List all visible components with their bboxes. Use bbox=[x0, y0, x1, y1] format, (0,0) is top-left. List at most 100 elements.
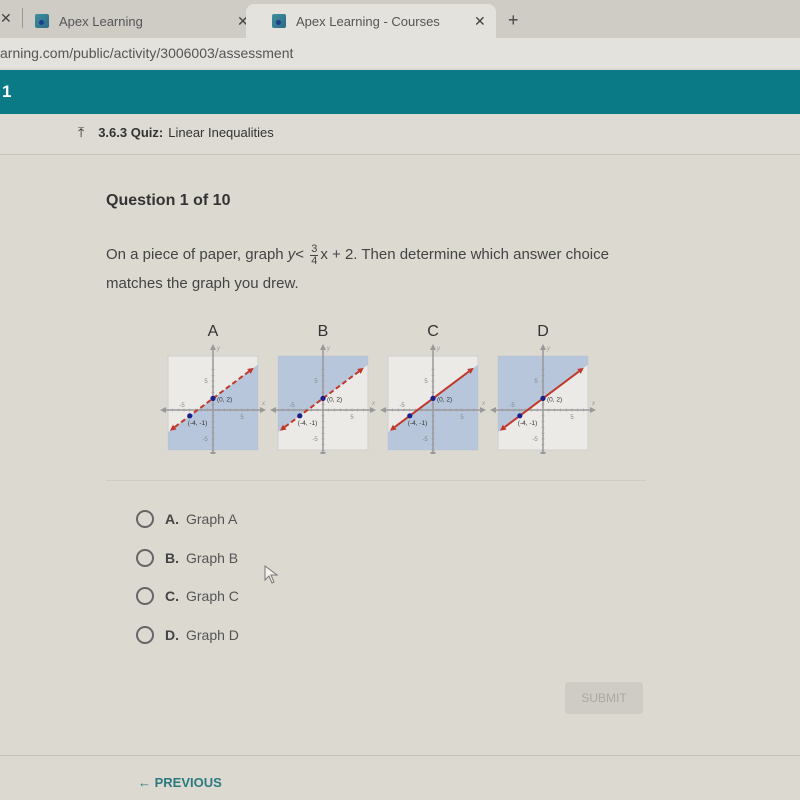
apex-favicon-icon bbox=[272, 14, 286, 28]
mouse-cursor-icon bbox=[264, 565, 279, 584]
point-label: (0, 2) bbox=[547, 396, 562, 403]
y-tick-label: -5 bbox=[202, 437, 208, 443]
x-axis-label: x bbox=[591, 401, 596, 407]
y-axis-arrow bbox=[540, 452, 546, 458]
up-arrow-icon[interactable]: ⤒ bbox=[78, 124, 84, 141]
option-letter: A. bbox=[165, 511, 179, 527]
graph-label: D bbox=[537, 323, 549, 340]
x-axis-label: x bbox=[261, 401, 266, 407]
y-axis-label: y bbox=[436, 346, 441, 352]
option-text: Graph D bbox=[186, 627, 239, 643]
browser-tab-bar: ✕ Apex Learning ✕ Apex Learning - Course… bbox=[0, 0, 800, 38]
previous-label: PREVIOUS bbox=[154, 775, 222, 790]
y-axis-arrow bbox=[210, 452, 216, 458]
y-axis-arrow bbox=[430, 452, 436, 458]
point-label: (0, 2) bbox=[217, 396, 232, 403]
x-axis-arrow bbox=[260, 407, 266, 413]
graph-d: D 5 -5 5 -5 x y (0, 2) (-4, -1) bbox=[488, 322, 598, 459]
x-axis-arrow bbox=[490, 407, 496, 413]
footer-divider bbox=[0, 755, 800, 756]
graph-d-plot: 5-55-5xy(0, 2)(-4, -1) bbox=[490, 344, 596, 458]
radio-button[interactable] bbox=[136, 510, 154, 528]
address-bar[interactable]: arning.com/public/activity/3006003/asses… bbox=[0, 38, 800, 68]
submit-button[interactable]: SUBMIT bbox=[565, 682, 643, 714]
breadcrumb-bar: ⤒ 3.6.3 Quiz: Linear Inequalities bbox=[0, 114, 800, 155]
data-point bbox=[430, 395, 436, 401]
point-label: (-4, -1) bbox=[408, 420, 428, 427]
x-axis-label: x bbox=[371, 401, 376, 407]
apex-favicon-icon bbox=[35, 14, 49, 28]
data-point bbox=[540, 395, 546, 401]
graph-a-plot: 5-55-5xy(0, 2)(-4, -1) bbox=[160, 344, 266, 458]
divider bbox=[106, 480, 646, 481]
y-axis-arrow bbox=[320, 452, 326, 458]
x-axis-arrow bbox=[380, 407, 386, 413]
point-label: (0, 2) bbox=[327, 396, 342, 403]
breadcrumb-title: Linear Inequalities bbox=[168, 125, 274, 140]
breadcrumb[interactable]: ⤒ 3.6.3 Quiz: Linear Inequalities bbox=[78, 124, 274, 141]
breadcrumb-section: 3.6.3 Quiz: bbox=[98, 125, 164, 140]
data-point bbox=[320, 395, 326, 401]
tab-title: Apex Learning - Courses bbox=[296, 13, 440, 29]
data-point bbox=[210, 395, 216, 401]
y-axis-label: y bbox=[326, 346, 331, 352]
header-text: 1 bbox=[2, 82, 12, 101]
option-text: Graph B bbox=[186, 550, 239, 566]
option-text: Graph A bbox=[186, 511, 238, 527]
data-point bbox=[407, 413, 413, 419]
y-axis-label: y bbox=[216, 346, 221, 352]
fraction-denominator: 4 bbox=[311, 254, 318, 267]
data-point bbox=[297, 413, 303, 419]
y-tick-label: -5 bbox=[312, 437, 318, 443]
radio-button[interactable] bbox=[136, 626, 154, 644]
y-tick-label: -5 bbox=[532, 437, 538, 443]
x-tick-label: -5 bbox=[399, 403, 405, 409]
new-tab-button[interactable]: + bbox=[508, 10, 519, 31]
x-axis-arrow bbox=[370, 407, 376, 413]
fraction-numerator: 3 bbox=[310, 242, 319, 256]
option-d[interactable]: D. Graph D bbox=[136, 626, 239, 644]
point-label: (-4, -1) bbox=[298, 420, 318, 427]
x-tick-label: -5 bbox=[289, 403, 295, 409]
option-text: Graph C bbox=[186, 588, 239, 604]
graph-c-plot: 5-55-5xy(0, 2)(-4, -1) bbox=[380, 344, 486, 458]
graph-a: A 5 -5 5 -5 x y (0, 2) (-4, -1) bbox=[158, 322, 268, 459]
point-label: (-4, -1) bbox=[518, 420, 538, 427]
option-letter: D. bbox=[165, 627, 179, 643]
tab-apex-learning[interactable]: Apex Learning ✕ bbox=[0, 4, 260, 38]
previous-button[interactable]: ← PREVIOUS bbox=[138, 775, 222, 790]
radio-button[interactable] bbox=[136, 587, 154, 605]
inequality-operator: < bbox=[295, 246, 305, 263]
inequality-rest: x + 2 bbox=[320, 246, 354, 263]
fraction: 34 bbox=[310, 242, 319, 267]
y-tick-label: -5 bbox=[422, 437, 428, 443]
tab-title: Apex Learning bbox=[59, 13, 143, 29]
x-axis-arrow bbox=[590, 407, 596, 413]
graph-label: A bbox=[207, 323, 219, 340]
data-point bbox=[187, 413, 193, 419]
course-header-bar: 1 bbox=[0, 70, 800, 114]
y-axis-arrow bbox=[430, 344, 436, 350]
option-letter: C. bbox=[165, 588, 179, 604]
close-icon[interactable]: ✕ bbox=[474, 13, 486, 30]
x-axis-arrow bbox=[270, 407, 276, 413]
y-axis-label: y bbox=[546, 346, 551, 352]
point-label: (-4, -1) bbox=[188, 420, 208, 427]
graph-b-plot: 5-55-5xy(0, 2)(-4, -1) bbox=[270, 344, 376, 458]
data-point bbox=[517, 413, 523, 419]
option-c[interactable]: C. Graph C bbox=[136, 587, 239, 605]
graph-label: B bbox=[317, 323, 329, 340]
question-counter: Question 1 of 10 bbox=[106, 192, 231, 209]
option-a[interactable]: A. Graph A bbox=[136, 510, 237, 528]
y-axis-arrow bbox=[320, 344, 326, 350]
y-axis-arrow bbox=[540, 344, 546, 350]
tab-apex-learning-courses[interactable]: Apex Learning - Courses ✕ bbox=[246, 4, 496, 38]
option-b[interactable]: B. Graph B bbox=[136, 549, 238, 567]
x-tick-label: -5 bbox=[179, 403, 185, 409]
x-axis-arrow bbox=[160, 407, 166, 413]
y-axis-arrow bbox=[210, 344, 216, 350]
radio-button[interactable] bbox=[136, 549, 154, 567]
question-text-before: On a piece of paper, graph bbox=[106, 246, 288, 263]
graph-label: C bbox=[427, 323, 439, 340]
question-text: On a piece of paper, graph y< 34x + 2. T… bbox=[106, 240, 666, 298]
